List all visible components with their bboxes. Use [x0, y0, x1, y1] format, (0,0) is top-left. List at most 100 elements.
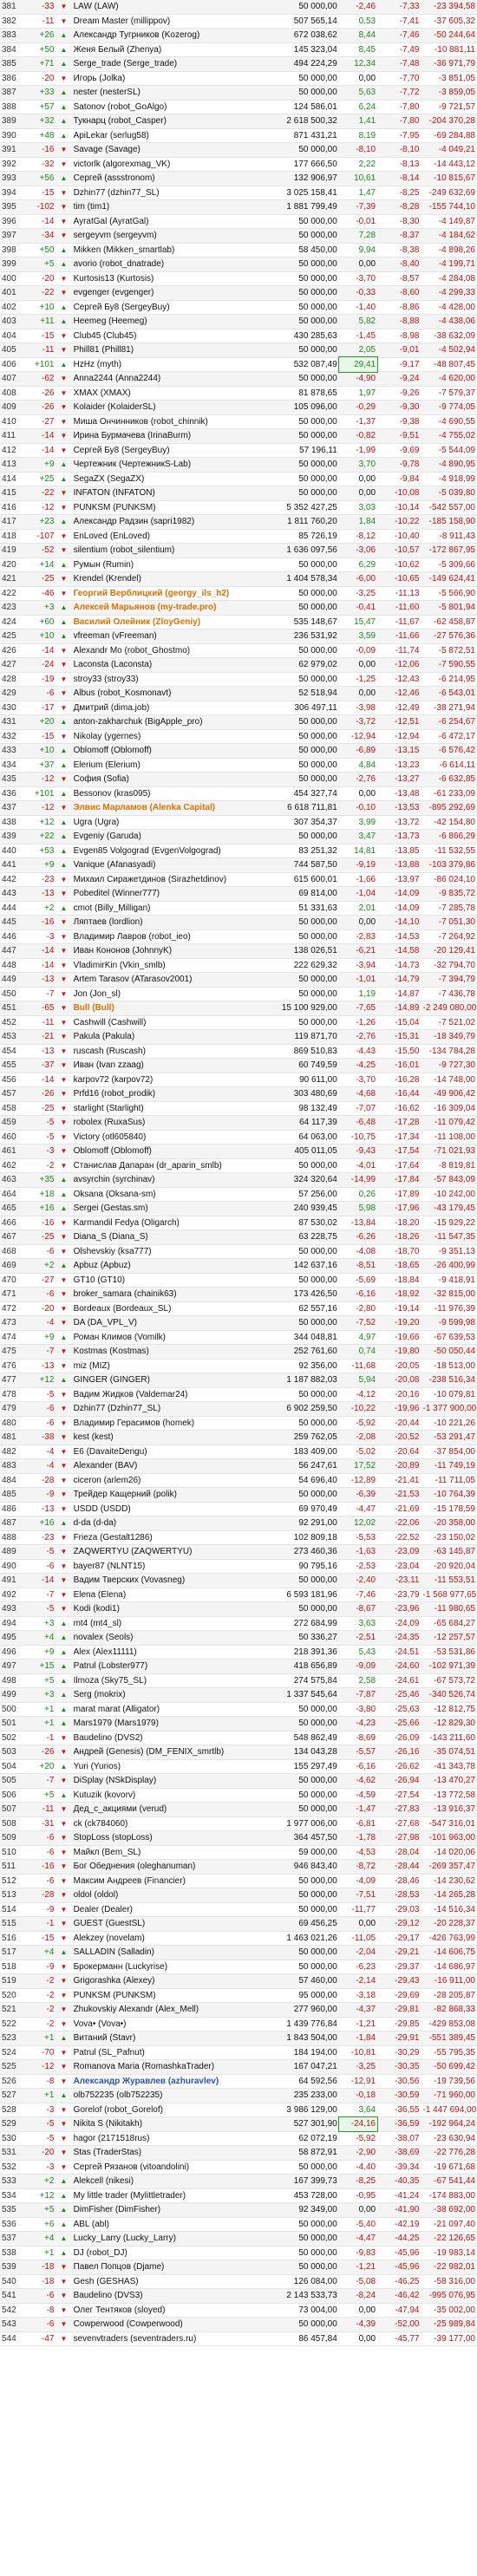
participant-link[interactable]: StopLoss (stopLoss) [71, 1830, 259, 1846]
participant-link[interactable]: Heemeg (Heemeg) [71, 314, 259, 329]
participant-link[interactable]: Cowperwood (Cowperwood) [71, 2317, 259, 2332]
participant-link[interactable]: Zhukovskiy Alexandr (Alex_Mell) [71, 2002, 259, 2018]
participant-link[interactable]: DJ (robot_DJ) [71, 2246, 259, 2260]
participant-link[interactable]: Вадим Жидков (Valdemar24) [71, 1387, 259, 1402]
participant-link[interactable]: Владимир Лавров (robot_ieo) [71, 929, 259, 944]
participant-link[interactable]: DimFisher (DimFisher) [71, 2202, 259, 2218]
participant-link[interactable]: Трейдер Кащерний (polik) [71, 1487, 259, 1503]
participant-link[interactable]: Брокерманн (Luckyrise) [71, 1960, 259, 1974]
participant-link[interactable]: HzHz (myth) [71, 357, 259, 372]
participant-link[interactable]: Albus (robot_Kosmonavt) [71, 686, 259, 701]
participant-link[interactable]: Jon (Jon_sl) [71, 987, 259, 1001]
participant-link[interactable]: ciceron (arlem26) [71, 1473, 259, 1488]
participant-link[interactable]: evgenger (evgenger) [71, 285, 259, 301]
participant-link[interactable]: USDD (USDD) [71, 1502, 259, 1516]
participant-link[interactable]: Сергей Бу8 (SergeyBuy) [71, 443, 259, 458]
participant-link[interactable]: Evgeniy (Garuda) [71, 829, 259, 845]
participant-link[interactable]: PUNKSM (PUNKSM) [71, 500, 259, 515]
participant-link[interactable]: Иван Кононов (JohnnyK) [71, 943, 259, 959]
participant-link[interactable]: Serge_trade (Serge_trade) [71, 56, 259, 72]
participant-link[interactable]: miz (MIZ) [71, 1359, 259, 1373]
participant-link[interactable]: Romanova Maria (RomashkaTrader) [71, 2059, 259, 2075]
participant-link[interactable]: DA (DA_VPL_V) [71, 1315, 259, 1331]
participant-link[interactable]: AyratGal (AyratGal) [71, 214, 259, 229]
participant-link[interactable]: Станислав Дапаран (dr_aparin_smlb) [71, 1158, 259, 1173]
participant-link[interactable]: Yuri (Yurios) [71, 1759, 259, 1774]
participant-link[interactable]: ck (ck784060) [71, 1816, 259, 1831]
participant-link[interactable]: Витаний (Stavr) [71, 2031, 259, 2046]
participant-link[interactable]: Александр Радзин (sapri1982) [71, 514, 259, 530]
participant-link[interactable]: Pobeditel (Winner777) [71, 886, 259, 902]
participant-link[interactable]: Serg (mokrix) [71, 1687, 259, 1703]
participant-link[interactable]: GINGER (GINGER) [71, 1373, 259, 1388]
participant-link[interactable]: stroy33 (stroy33) [71, 672, 259, 687]
participant-link[interactable]: starlight (Starlight) [71, 1101, 259, 1116]
participant-link[interactable]: Nikita S (Nikitakh) [71, 2116, 259, 2132]
participant-link[interactable]: oldol (oldol) [71, 1888, 259, 1903]
participant-link[interactable]: vfreeman (vFreeman) [71, 629, 259, 644]
participant-link[interactable]: cmot (Billy_Milligan) [71, 901, 259, 916]
participant-link[interactable]: Элвис Марламов (Alenka Capital) [71, 800, 259, 816]
participant-link[interactable]: Olshevskiy (ksa777) [71, 1244, 259, 1259]
participant-link[interactable]: Lucky_Larry (Lucky_Larry) [71, 2231, 259, 2247]
participant-link[interactable]: Krendel (Krendel) [71, 571, 259, 587]
participant-link[interactable]: Максим Андреев (Financier) [71, 1874, 259, 1888]
participant-link[interactable]: ZAQWERTYU (ZAQWERTYU) [71, 1544, 259, 1560]
participant-link[interactable]: avsyrchin (syrchinav) [71, 1172, 259, 1188]
participant-link[interactable]: sergeyvm (sergeyvm) [71, 228, 259, 244]
participant-link[interactable]: Alex (Alex11111) [71, 1645, 259, 1660]
participant-link[interactable]: Gorelof (robot_Gorelof) [71, 2103, 259, 2117]
participant-link[interactable]: Ilmoza (Sky75_SL) [71, 1673, 259, 1688]
participant-link[interactable]: Румын (Rumin) [71, 558, 259, 572]
participant-link[interactable]: Patrul (SL_Pafnut) [71, 2045, 259, 2060]
participant-link[interactable]: Сергей (assstronom) [71, 171, 259, 186]
participant-link[interactable]: Бог Обеднения (oleghanuman) [71, 1859, 259, 1875]
participant-link[interactable]: DiSplay (NSkDisplay) [71, 1773, 259, 1789]
participant-link[interactable]: Иван (Ivan zzaag) [71, 1058, 259, 1073]
participant-link[interactable]: avorio (robot_dnatrade) [71, 257, 259, 272]
participant-link[interactable]: Георгий Верблицкий (georgy_ils_h2) [71, 586, 259, 601]
participant-link[interactable]: Mars1979 (Mars1979) [71, 1716, 259, 1731]
participant-link[interactable]: Чертежник (ЧертежникS-Lab) [71, 457, 259, 473]
participant-link[interactable]: Dzhin77 (Dzhin77_SL) [71, 1401, 259, 1417]
participant-link[interactable]: Kodi (kodi1) [71, 1601, 259, 1617]
participant-link[interactable]: Михаил Сиражетдинов (Sirazhetdinov) [71, 872, 259, 887]
participant-link[interactable]: Dzhin77 (dzhin77_SL) [71, 186, 259, 200]
participant-link[interactable]: Dream Master (millippov) [71, 14, 259, 29]
participant-link[interactable]: PUNKSM (PUNKSM) [71, 1988, 259, 2003]
participant-link[interactable]: bayer87 (NLNT15) [71, 1559, 259, 1574]
participant-link[interactable]: Сергей Рязанов (vitoandolini) [71, 2160, 259, 2175]
participant-link[interactable]: novalex (Seols) [71, 1630, 259, 1646]
participant-link[interactable]: marat marat (Alligator) [71, 1702, 259, 1717]
participant-link[interactable]: Diana_S (Diana_S) [71, 1229, 259, 1245]
participant-link[interactable]: Nikolay (ygernes) [71, 729, 259, 744]
participant-link[interactable]: silentium (robot_silentium) [71, 543, 259, 558]
participant-link[interactable]: olb752235 (olb752235) [71, 2088, 259, 2103]
participant-link[interactable]: hagor (2171518rus) [71, 2131, 259, 2146]
participant-link[interactable]: SegaZX (SegaZX) [71, 472, 259, 486]
participant-link[interactable]: LAW (LAW) [71, 0, 259, 15]
participant-link[interactable]: Vova• (Vova•) [71, 2017, 259, 2031]
participant-link[interactable]: Владимир Герасимов (homek) [71, 1416, 259, 1431]
participant-link[interactable]: kest (kest) [71, 1430, 259, 1445]
participant-link[interactable]: Phill81 (Phill81) [71, 342, 259, 358]
participant-link[interactable]: mt4 (mt4_sl) [71, 1616, 259, 1631]
participant-link[interactable]: sevenvtraders (seventraders.ru) [71, 2331, 259, 2346]
participant-link[interactable]: Pakula (Pakula) [71, 1029, 259, 1045]
participant-link[interactable]: Ирина Бурмачева (IrinaBurm) [71, 428, 259, 444]
participant-link[interactable]: ApiLekar (serlug58) [71, 128, 259, 143]
participant-link[interactable]: Artem Tarasov (ATarasov2001) [71, 972, 259, 988]
participant-link[interactable]: Baudelino (DVS3) [71, 2288, 259, 2304]
participant-link[interactable]: Олег Тентяков (sloyed) [71, 2303, 259, 2318]
participant-link[interactable]: ruscash (Ruscash) [71, 1044, 259, 1059]
participant-link[interactable]: Elena (Elena) [71, 1588, 259, 1602]
participant-link[interactable]: Dealer (Dealer) [71, 1902, 259, 1917]
participant-link[interactable]: Karmandil Fedya (Oligarch) [71, 1216, 259, 1230]
participant-link[interactable]: VladimirKin (Vkin_smlb) [71, 958, 259, 973]
participant-link[interactable]: Stas (TraderStas) [71, 2145, 259, 2161]
participant-link[interactable]: Apbuz (Apbuz) [71, 1258, 259, 1274]
participant-link[interactable]: Alekcell (nikesi) [71, 2174, 259, 2189]
participant-link[interactable]: Alekzey (novelam) [71, 1931, 259, 1946]
participant-link[interactable]: Роман Климов (Vomilk) [71, 1330, 259, 1345]
participant-link[interactable]: Дед_с_акциями (verud) [71, 1802, 259, 1817]
